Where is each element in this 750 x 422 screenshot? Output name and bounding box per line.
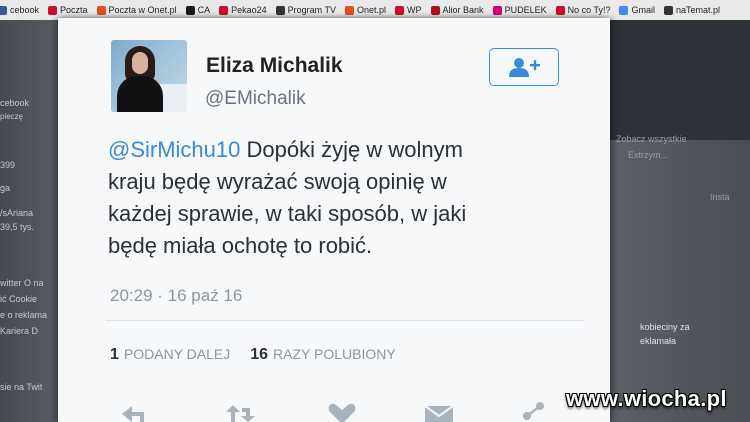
bookmark-label: CA xyxy=(197,5,211,15)
retweet-icon[interactable] xyxy=(224,402,258,422)
bg-text: 39,5 tys. xyxy=(0,222,35,232)
share-icon[interactable] xyxy=(520,402,548,422)
tweet-line: każdej sprawie, w taki sposób, w jaki xyxy=(108,201,467,226)
bookmark-item[interactable]: Poczta w Onet.pl xyxy=(96,5,177,15)
bookmark-label: Alior Bank xyxy=(442,5,484,15)
avatar-body xyxy=(117,76,163,112)
bg-text: ga xyxy=(0,183,11,193)
bookmark-favicon-icon xyxy=(185,5,195,15)
bookmark-label: cebook xyxy=(10,5,40,15)
tweet-timestamp[interactable]: 20:29 · 16 paź 16 xyxy=(110,286,242,306)
bookmark-label: Pekao24 xyxy=(231,5,267,15)
bg-text: kobieciny za xyxy=(640,322,690,332)
tweet-actions xyxy=(58,402,610,422)
bookmark-item[interactable]: naTemat.pl xyxy=(663,5,720,15)
likes-label: RAZY POLUBIONY xyxy=(273,346,396,362)
bookmark-item[interactable]: Pekao24 xyxy=(219,5,267,15)
bookmark-item[interactable]: No co Ty!? xyxy=(555,5,611,15)
bookmark-label: naTemat.pl xyxy=(675,5,720,15)
tweet-line: @SirMichu10 Dopóki żyję w wolnym xyxy=(108,134,578,166)
bg-dark-panel xyxy=(610,20,750,140)
likes-stat[interactable]: 16 RAZY POLUBIONY xyxy=(250,346,395,364)
bg-text: pieczę xyxy=(0,112,24,121)
bookmark-label: Poczta xyxy=(60,5,88,15)
bookmark-item[interactable]: Program TV xyxy=(275,5,336,15)
avatar[interactable] xyxy=(111,40,187,112)
bookmark-favicon-icon xyxy=(395,5,405,15)
bookmark-label: Onet.pl xyxy=(357,5,387,15)
bookmark-favicon-icon xyxy=(430,5,440,15)
bookmark-favicon-icon xyxy=(492,5,502,15)
tweet-card: Eliza Michalik @EMichalik @SirMichu10 Do… xyxy=(58,18,610,422)
author-handle[interactable]: @EMichalik xyxy=(205,88,306,110)
bookmark-favicon-icon xyxy=(48,5,58,15)
bg-text: Extrzym... xyxy=(628,150,668,160)
bookmark-favicon-icon xyxy=(275,5,285,15)
tweet-line: będę miała ochotę to robić. xyxy=(108,233,373,258)
bookmark-favicon-icon xyxy=(555,5,565,15)
tweet-line: kraju będę wyrażać swoją opinię w xyxy=(108,169,447,194)
bookmark-item[interactable]: Onet.pl xyxy=(345,5,386,15)
bookmark-favicon-icon xyxy=(619,5,629,15)
bookmark-favicon-icon xyxy=(345,5,354,15)
likes-count: 16 xyxy=(250,346,269,363)
bg-text: Zobacz wszystkie xyxy=(616,134,687,144)
bg-text: ić Cookie xyxy=(0,294,38,304)
bookmark-favicon-icon xyxy=(96,5,106,15)
watermark: www.wiocha.pl xyxy=(566,386,727,411)
bookmark-item[interactable]: WP xyxy=(395,5,422,15)
bookmark-label: WP xyxy=(407,5,422,15)
bookmark-label: Gmail xyxy=(631,5,655,15)
author-name[interactable]: Eliza Michalik xyxy=(206,54,343,78)
bg-text: eklamała xyxy=(640,336,677,346)
avatar-face xyxy=(132,52,148,74)
bookmark-favicon-icon xyxy=(0,5,7,15)
follow-button[interactable] xyxy=(489,48,559,86)
bookmark-item[interactable]: CA xyxy=(185,5,211,15)
bookmark-favicon-icon xyxy=(663,5,673,15)
bg-text: Kariera D xyxy=(0,326,39,336)
bg-text: e o reklama xyxy=(0,310,48,320)
bg-text: 399 xyxy=(0,160,16,170)
retweets-label: PODANY DALEJ xyxy=(123,346,231,362)
like-heart-icon[interactable] xyxy=(327,402,357,422)
retweets-count: 1 xyxy=(110,346,119,363)
bookmark-label: PUDELEK xyxy=(504,5,547,15)
background-page-right: Zobacz wszystkie Extrzym... Insta kobiec… xyxy=(610,20,750,422)
mention-link[interactable]: @SirMichu10 xyxy=(108,137,240,162)
bookmark-item[interactable]: PUDELEK xyxy=(492,5,547,15)
bookmark-item[interactable]: Alior Bank xyxy=(430,5,484,15)
bookmark-label: No co Ty!? xyxy=(567,5,611,15)
avatar-background xyxy=(159,84,187,112)
bookmark-label: Program TV xyxy=(287,5,336,15)
retweets-stat[interactable]: 1 PODANY DALEJ xyxy=(110,346,230,364)
reply-icon[interactable] xyxy=(120,402,146,422)
tweet-line-text: Dopóki żyję w wolnym xyxy=(240,137,463,162)
add-user-icon xyxy=(509,58,540,77)
tweet-text: @SirMichu10 Dopóki żyję w wolnym kraju b… xyxy=(108,134,578,262)
bg-text: witter O na xyxy=(0,278,44,288)
bookmark-item[interactable]: cebook xyxy=(0,5,39,15)
bookmark-item[interactable]: Gmail xyxy=(619,5,655,15)
divider xyxy=(106,320,584,321)
bookmark-label: Poczta w Onet.pl xyxy=(108,5,177,15)
background-page-left: cebook pieczę 399 ga /sAriana 39,5 tys. … xyxy=(0,20,60,422)
tweet-stats: 1 PODANY DALEJ 16 RAZY POLUBIONY xyxy=(110,346,416,364)
bg-text: sie na Twit xyxy=(0,382,43,392)
bg-text: Insta xyxy=(710,192,730,202)
message-envelope-icon[interactable] xyxy=(424,402,454,422)
bookmark-favicon-icon xyxy=(219,5,229,15)
bg-text: /sAriana xyxy=(0,208,34,218)
bg-text: cebook xyxy=(0,98,30,108)
bookmark-item[interactable]: Poczta xyxy=(48,5,88,15)
